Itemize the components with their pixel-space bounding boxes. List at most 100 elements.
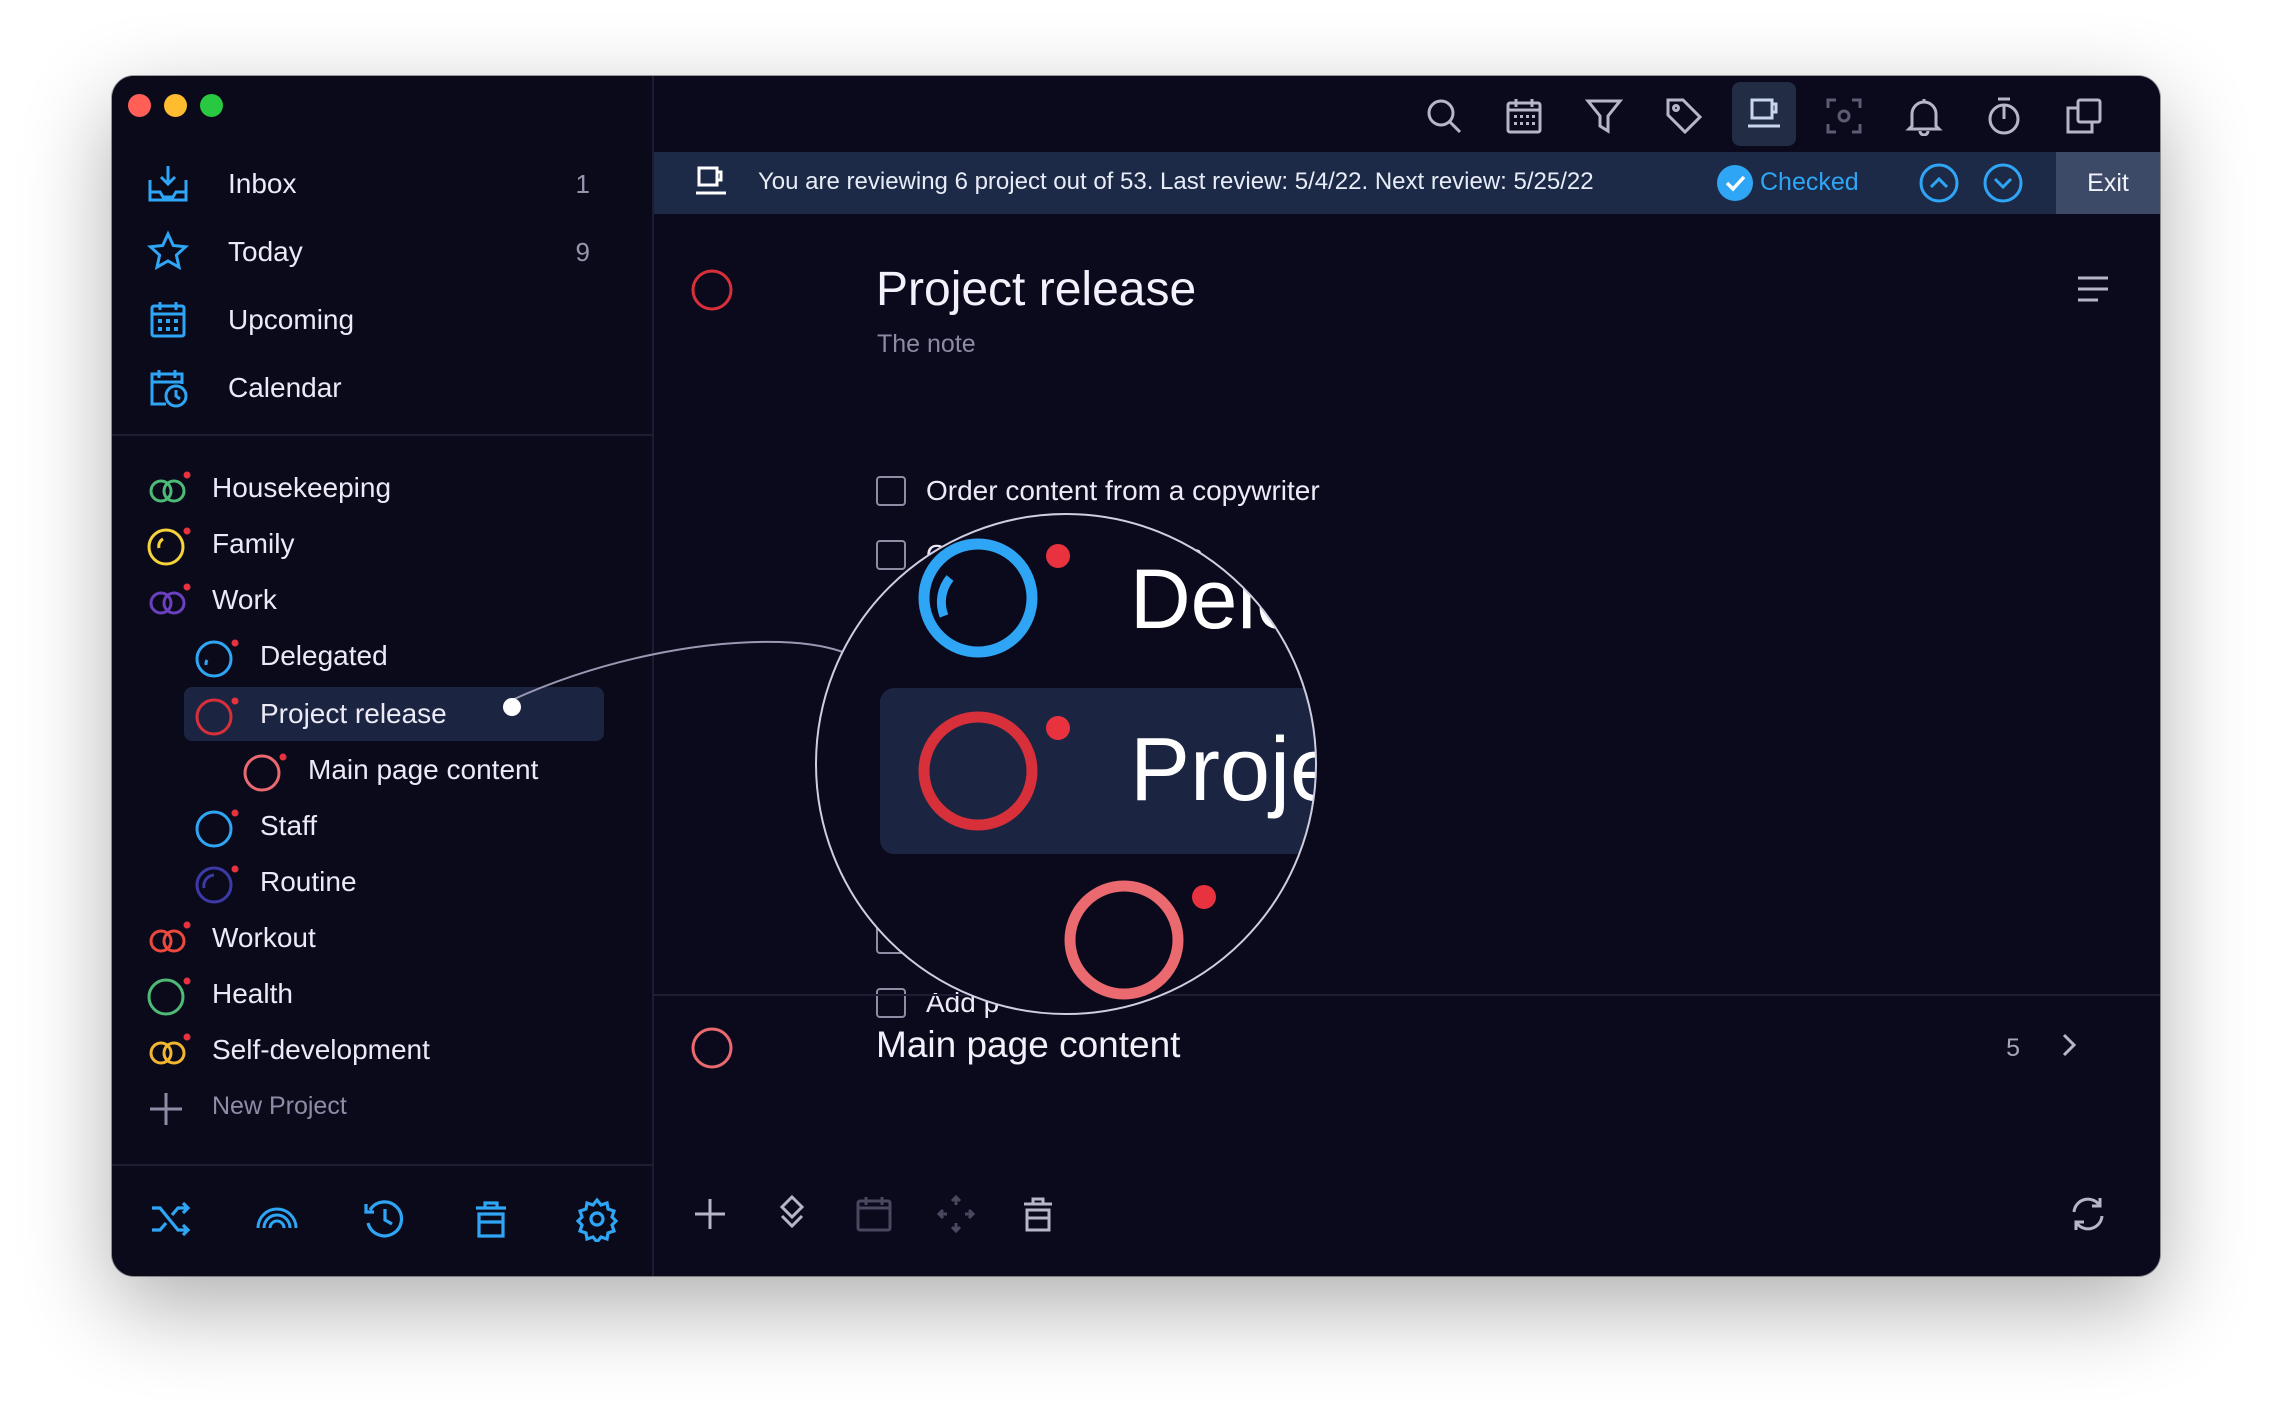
sidebar-item-work[interactable]: Work	[146, 574, 277, 626]
exit-review-button[interactable]: Exit	[2056, 152, 2160, 214]
schedule-icon[interactable]	[854, 1194, 894, 1239]
sidebar-item-main-page-content[interactable]: Main page content	[242, 744, 538, 796]
task-row[interactable]	[876, 855, 926, 895]
page-title[interactable]: Project release	[876, 262, 1196, 317]
timer-icon[interactable]	[1980, 92, 2028, 140]
search-icon[interactable]	[1420, 92, 1468, 140]
windows-icon[interactable]	[2060, 92, 2108, 140]
move-icon[interactable]	[772, 1194, 812, 1239]
sidebar-item-inbox[interactable]: Inbox 1	[146, 154, 626, 214]
circle-icon	[194, 691, 240, 737]
project-label: Workout	[212, 922, 316, 953]
task-checkbox[interactable]	[876, 540, 906, 570]
project-label: Main page content	[308, 754, 539, 785]
task-checkbox[interactable]	[876, 860, 906, 890]
subproject-circle-icon[interactable]	[690, 1026, 734, 1075]
project-label: Health	[212, 978, 293, 1009]
project-note[interactable]: The note	[877, 330, 976, 359]
checked-button[interactable]: Checked	[1760, 168, 1859, 197]
sidebar-item-calendar[interactable]: Calendar	[146, 358, 626, 418]
sync-icon[interactable]	[2068, 1194, 2108, 1239]
sidebar-item-upcoming[interactable]: Upcoming	[146, 290, 626, 350]
task-row[interactable]: Order photo for promo	[876, 535, 1203, 575]
review-banner: You are reviewing 6 project out of 53. L…	[654, 152, 2160, 214]
history-icon[interactable]	[362, 1196, 408, 1242]
shuffle-icon[interactable]	[148, 1196, 194, 1242]
main-bottom-bar	[654, 1166, 2160, 1276]
sidebar-item-staff[interactable]: Staff	[194, 800, 317, 852]
project-label: Staff	[260, 810, 318, 841]
tag-icon[interactable]	[1660, 92, 1708, 140]
sidebar: Inbox 1 Today 9 Upcoming Calendar Housek…	[112, 76, 654, 1276]
sidebar-item-project-release[interactable]: Project release	[194, 688, 447, 740]
task-checkbox[interactable]	[876, 988, 906, 1018]
task-checkbox[interactable]	[876, 476, 906, 506]
sidebar-item-health[interactable]: Health	[146, 968, 293, 1020]
arrows-icon[interactable]	[936, 1194, 976, 1239]
new-project-button[interactable]: New Project	[146, 1080, 347, 1132]
sidebar-bottom-bar	[112, 1164, 652, 1276]
task-label: Vie	[926, 667, 966, 698]
task-row[interactable]	[876, 791, 926, 831]
task-row[interactable]: Add cont	[876, 599, 1037, 639]
sidebar-item-family[interactable]: Family	[146, 518, 294, 570]
task-checkbox[interactable]	[876, 796, 906, 826]
sidebar-item-housekeeping[interactable]: Housekeeping	[146, 462, 391, 514]
trash-icon[interactable]	[1018, 1194, 1058, 1239]
sidebar-item-workout[interactable]: Workout	[146, 912, 316, 964]
task-label: S	[926, 923, 945, 954]
sidebar-divider	[112, 434, 652, 436]
task-row[interactable]: Vie	[876, 663, 966, 703]
add-icon[interactable]	[690, 1194, 730, 1239]
circle-icon	[194, 633, 240, 679]
project-complete-checkbox[interactable]	[690, 268, 734, 317]
new-project-label: New Project	[212, 1091, 347, 1120]
task-row[interactable]: S	[876, 919, 945, 959]
main-panel: You are reviewing 6 project out of 53. L…	[654, 76, 2160, 1276]
focus-icon[interactable]	[1820, 92, 1868, 140]
sidebar-item-label: Upcoming	[228, 304, 355, 335]
sidebar-item-routine[interactable]: Routine	[194, 856, 357, 908]
sidebar-item-label: Inbox	[228, 168, 297, 199]
linked-circles-icon	[146, 465, 192, 511]
trash-icon[interactable]	[468, 1196, 514, 1242]
task-label: Order content from a copywriter	[926, 475, 1320, 506]
project-label: Project release	[260, 698, 447, 729]
task-checkbox[interactable]	[876, 732, 906, 762]
task-row[interactable]: Add p	[876, 983, 999, 1023]
minimize-window-button[interactable]	[164, 94, 187, 117]
review-icon	[692, 164, 730, 209]
broadcast-icon[interactable]	[254, 1196, 300, 1242]
task-checkbox[interactable]	[876, 604, 906, 634]
chevron-right-icon[interactable]	[2054, 1030, 2084, 1065]
inbox-count: 1	[575, 168, 590, 199]
bell-icon[interactable]	[1900, 92, 1948, 140]
project-label: Family	[212, 528, 295, 559]
calendar-icon[interactable]	[1500, 92, 1548, 140]
task-row[interactable]: V	[876, 727, 945, 767]
project-label: Self-development	[212, 1034, 430, 1065]
linked-circles-icon	[146, 577, 192, 623]
task-label: Add cont	[926, 603, 1037, 634]
checked-icon[interactable]	[1716, 164, 1754, 209]
chevron-up-icon[interactable]	[1918, 162, 1960, 211]
subproject-title[interactable]: Main page content	[876, 1024, 1180, 1066]
task-label: V	[926, 731, 945, 762]
sidebar-item-today[interactable]: Today 9	[146, 222, 626, 282]
sidebar-item-delegated[interactable]: Delegated	[194, 630, 388, 682]
close-window-button[interactable]	[128, 94, 151, 117]
chevron-down-icon[interactable]	[1982, 162, 2024, 211]
project-label: Work	[212, 584, 277, 615]
review-icon[interactable]	[1732, 82, 1796, 146]
task-checkbox[interactable]	[876, 924, 906, 954]
menu-icon[interactable]	[2076, 272, 2110, 311]
filter-icon[interactable]	[1580, 92, 1628, 140]
circle-icon	[242, 747, 288, 793]
sidebar-item-self-development[interactable]: Self-development	[146, 1024, 430, 1076]
task-checkbox[interactable]	[876, 668, 906, 698]
zoom-window-button[interactable]	[200, 94, 223, 117]
gear-icon[interactable]	[574, 1196, 620, 1245]
task-label: Order photo for promo	[926, 539, 1204, 570]
task-row[interactable]: Order content from a copywriter	[876, 471, 1320, 511]
toolbar	[654, 76, 2160, 152]
